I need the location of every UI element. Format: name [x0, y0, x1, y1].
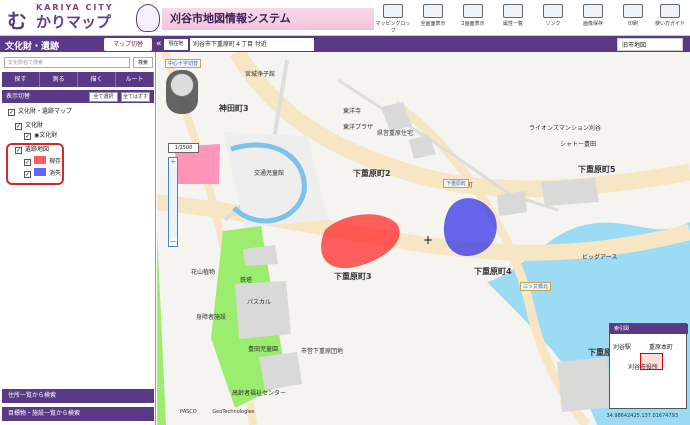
link-button[interactable]: リンク [534, 2, 572, 34]
map-feature-label: 東洋プラザ [343, 124, 374, 131]
app-header: む KARIYA CITY かりマップ 刈谷市地図情報システム マッピングロップ… [0, 0, 690, 36]
search-button[interactable]: 検索 [133, 57, 153, 68]
map-coordinates: 34.98642425,137.01674793 [606, 413, 678, 419]
map-navigation-control[interactable] [166, 70, 198, 114]
attribute-list-label: 属性一覧 [502, 21, 523, 27]
split-screen-icon [463, 4, 483, 18]
print-icon [623, 4, 643, 18]
zoom-in-icon[interactable]: + [169, 158, 177, 166]
layer-cultural-property[interactable]: ✓ ◉文化財 [24, 131, 57, 141]
zoom-out-icon[interactable]: − [169, 238, 177, 246]
split-screen-button[interactable]: 2画面表示 [454, 2, 492, 34]
system-title: 刈谷市地図情報システム [162, 8, 374, 30]
map-road-label: 下重原町 [443, 179, 470, 188]
map-feature-label: 宮城浄子館 [245, 71, 276, 78]
fullscreen-icon [423, 4, 443, 18]
layer-cultural-property-group[interactable]: ✓ 文化財 [15, 121, 43, 131]
attribute-list-icon [503, 4, 523, 18]
current-location-label: 現在地 [164, 39, 188, 50]
map-feature-label: ライオンズマンション刈谷 [529, 125, 601, 132]
map-feature-label: 豊田児童園 [248, 346, 279, 353]
map-feature-label: 交通児童館 [254, 170, 285, 177]
cultural-property-search-input[interactable]: 文化財名で検索 [4, 57, 130, 68]
tab-route[interactable]: ルート [116, 72, 154, 87]
kariya-logo-icon: む [7, 9, 27, 33]
select-all-layers-button[interactable]: 全て選択 [89, 92, 118, 102]
link-icon [543, 4, 563, 18]
cultural-property-label: 文化財 [25, 122, 44, 129]
map-road-label: 中心十字切替 [165, 59, 202, 68]
map-feature-label: 高齢者福祉センター [232, 390, 287, 397]
map-feature-label: 東洋寺 [343, 108, 362, 115]
search-by-address-button[interactable]: 住所一覧から検索 [2, 389, 154, 403]
image-save-label: 画像保存 [582, 21, 603, 27]
logo-japanese: かりマップ [36, 13, 112, 31]
map-place-label: 下重原町4 [474, 267, 512, 276]
map-attribution: PASCO GeoTechnologies [180, 409, 254, 415]
map-scale: 1/2500 [168, 143, 199, 153]
fullscreen-button[interactable]: 全画面表示 [414, 2, 452, 34]
legend-highlight [6, 143, 64, 185]
image-save-button[interactable]: 画像保存 [574, 2, 612, 34]
tab-measure[interactable]: 測る [40, 72, 78, 87]
geotechnologies-attribution: GeoTechnologies [212, 409, 255, 415]
map-tool-tabs: 探す 測る 描く ルート [2, 72, 154, 87]
print-label: 印刷 [627, 21, 638, 27]
current-location: 刈谷市下重原町４丁目 付近 [190, 38, 314, 51]
map-feature-label: 鉄塔 [240, 277, 253, 284]
map-drop-button[interactable]: マッピングロップ [374, 2, 412, 34]
clear-all-layers-button[interactable]: 全てはずす [121, 92, 150, 102]
left-sidebar: 文化財名で検索 検索 探す 測る 描く ルート 表示切替 全て選択 全てはずす … [0, 52, 156, 425]
cultural-property-item-checkbox[interactable]: ✓ [24, 133, 31, 140]
print-button[interactable]: 印刷 [614, 2, 652, 34]
index-map-title: 索引図 [610, 324, 688, 334]
guide-icon [660, 4, 680, 18]
map-place-label: 下重原町3 [334, 272, 372, 281]
layer-root-label: 文化財・遺跡マップ [18, 108, 73, 115]
map-feature-label: シャトー豊田 [560, 141, 597, 148]
map-feature-label: 県営重原住宅 [377, 130, 414, 137]
index-map[interactable]: 索引図 刈谷駅 重原本町 刈谷市役所 [609, 323, 688, 409]
link-label: リンク [545, 21, 561, 27]
map-place-label: 下重原町2 [353, 169, 391, 178]
map-switch-button[interactable]: マップ切替 [104, 38, 152, 51]
map-view[interactable]: 1/2500 + − + 神田町3 下重原町2 下重原町5 下重原町3 下重原町4 下重原… [157, 52, 690, 425]
cultural-property-item-label: 文化財 [39, 132, 58, 139]
image-save-icon [583, 4, 603, 18]
map-feature-label: ビッグアース [582, 254, 618, 261]
layer-root-checkbox[interactable]: ✓ [8, 109, 15, 116]
map-feature-label: 花山植物 [191, 269, 216, 276]
index-label-station: 刈谷駅 [613, 344, 632, 351]
map-place-label: 下重原町5 [578, 165, 616, 174]
map-center-crosshair-icon: + [423, 233, 434, 247]
map-feature-label: 市営下重原団地 [301, 348, 344, 355]
panel-title: 文化財・遺跡 [5, 42, 60, 52]
attribute-list-button[interactable]: 属性一覧 [494, 2, 532, 34]
sidebar-bottom-actions: 住所一覧から検索 目標物・施設一覧から検索 [0, 389, 156, 425]
search-by-landmark-button[interactable]: 目標物・施設一覧から検索 [2, 407, 154, 421]
map-place-label: 神田町3 [219, 104, 249, 113]
kariya-logo[interactable]: む KARIYA CITY かりマップ [4, 3, 154, 33]
map-drop-icon [383, 4, 403, 18]
map-type-select[interactable]: 旧市地図 [617, 38, 683, 51]
layer-root[interactable]: ✓ 文化財・遺跡マップ [8, 107, 72, 117]
map-feature-label: 身障者施設 [196, 314, 227, 321]
pasco-attribution: PASCO [180, 409, 197, 415]
index-label-honmachi: 重原本町 [649, 344, 674, 351]
cultural-property-checkbox[interactable]: ✓ [15, 123, 22, 130]
tab-search[interactable]: 探す [2, 72, 40, 87]
zoom-slider[interactable]: + − [168, 157, 178, 247]
guide-label: 使い方ガイド [654, 21, 685, 27]
map-road-label: 三ッ又橋北 [520, 282, 552, 291]
city-emblem-icon [136, 4, 160, 32]
map-drop-label: マッピングロップ [375, 21, 411, 34]
guide-button[interactable]: 使い方ガイド [651, 2, 689, 34]
tab-draw[interactable]: 描く [78, 72, 116, 87]
map-feature-label: パスカル [247, 299, 272, 306]
split-screen-label: 2画面表示 [461, 21, 485, 27]
collapse-panel-icon[interactable]: « [156, 39, 162, 49]
index-viewport [640, 353, 663, 370]
compass-icon[interactable] [170, 73, 194, 97]
fullscreen-label: 全画面表示 [420, 21, 446, 27]
